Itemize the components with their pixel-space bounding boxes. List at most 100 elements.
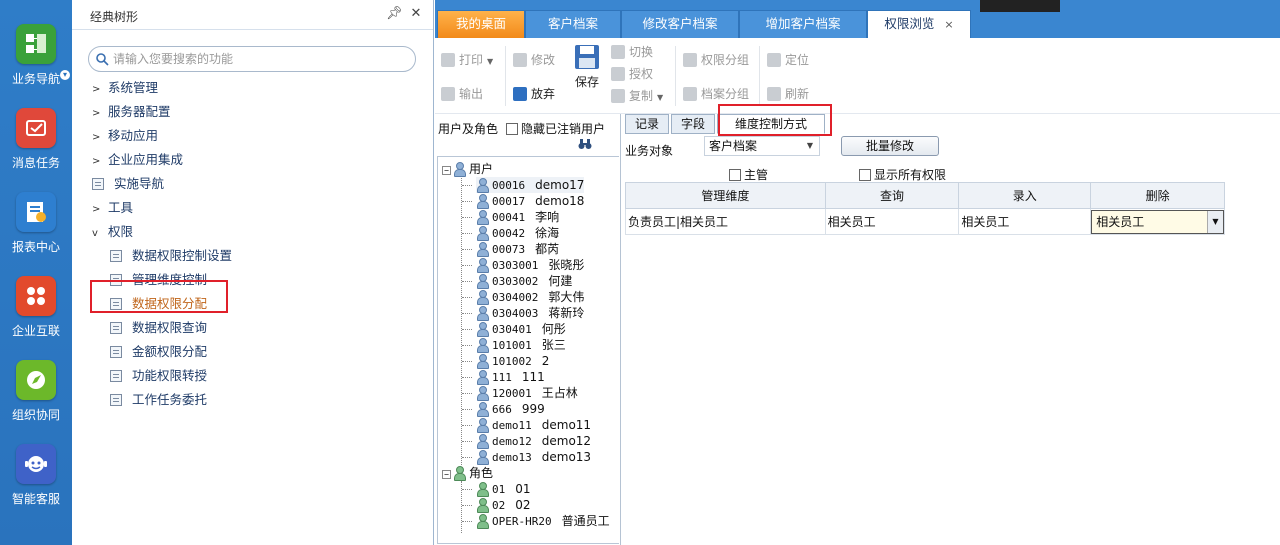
authorize-button[interactable]: 授权 bbox=[611, 64, 653, 84]
tree-node-role[interactable]: 01 01 bbox=[476, 481, 531, 497]
grid-header[interactable]: 删除 bbox=[1090, 182, 1225, 209]
tree-sub-task-delegate[interactable]: 工作任务委托 bbox=[110, 389, 207, 411]
switch-button[interactable]: 切换 bbox=[611, 42, 653, 62]
tree-node-user[interactable]: 030401 何彤 bbox=[476, 321, 566, 337]
tree-line bbox=[462, 489, 472, 490]
nav-business-navigation[interactable]: ▾ 业务导航 bbox=[0, 24, 72, 87]
tree-item-label: 服务器配置 bbox=[108, 104, 171, 119]
tree-item-permissions[interactable]: v 权限 bbox=[92, 221, 133, 243]
tab-permission-browse[interactable]: 权限浏览 × bbox=[867, 10, 971, 38]
tree-item-mobile-apps[interactable]: > 移动应用 bbox=[92, 125, 158, 147]
tree-sub-data-permission-assign[interactable]: 数据权限分配 bbox=[110, 293, 207, 315]
tree-node-user[interactable]: demo11 demo11 bbox=[476, 417, 591, 433]
collapse-icon[interactable]: − bbox=[442, 470, 451, 479]
tree-node-user[interactable]: 0303002 何建 bbox=[476, 273, 572, 289]
grid-cell[interactable]: 相关员工 bbox=[958, 208, 1092, 235]
refresh-button[interactable]: 刷新 bbox=[767, 84, 809, 104]
grid-header[interactable]: 查询 bbox=[824, 182, 960, 209]
tree-root-users[interactable]: − 用户 bbox=[442, 161, 493, 177]
dropdown-arrow-icon[interactable]: ▼ bbox=[1207, 210, 1223, 233]
tab-fields[interactable]: 字段 bbox=[671, 114, 715, 134]
tree-sub-amount-permission[interactable]: 金额权限分配 bbox=[110, 341, 207, 363]
tree-node-user[interactable]: 00042 徐海 bbox=[476, 225, 559, 241]
tree-node-user[interactable]: demo12 demo12 bbox=[476, 433, 591, 449]
tree-sub-data-permission-query[interactable]: 数据权限查询 bbox=[110, 317, 207, 339]
tab-records[interactable]: 记录 bbox=[625, 114, 669, 134]
grid-cell[interactable]: 负责员工|相关员工 bbox=[625, 208, 826, 235]
tree-sub-function-delegate[interactable]: 功能权限转授 bbox=[110, 365, 207, 387]
pin-icon[interactable]: 📌︎ bbox=[386, 6, 403, 22]
archive-group-button[interactable]: 档案分组 bbox=[683, 84, 749, 104]
tree-node-user[interactable]: 00073 都芮 bbox=[476, 241, 559, 257]
nav-smart-service[interactable]: 智能客服 bbox=[0, 444, 72, 507]
nav-org-collaboration[interactable]: 组织协同 bbox=[0, 360, 72, 423]
tree-node-user[interactable]: 00016 demo17 bbox=[476, 177, 585, 193]
user-icon bbox=[476, 434, 489, 449]
tree-sub-data-permission-settings[interactable]: 数据权限控制设置 bbox=[110, 245, 232, 267]
tree-item-server-config[interactable]: > 服务器配置 bbox=[92, 101, 171, 123]
tab-customer-archive[interactable]: 客户档案 bbox=[525, 10, 621, 38]
tree-node-user[interactable]: 00017 demo18 bbox=[476, 193, 584, 209]
tree-node-user[interactable]: 00041 李响 bbox=[476, 209, 559, 225]
tree-node-user[interactable]: 666 999 bbox=[476, 401, 545, 417]
batch-modify-button[interactable]: 批量修改 bbox=[841, 136, 939, 156]
tree-root-roles[interactable]: − 角色 bbox=[442, 465, 493, 481]
print-button[interactable]: 打印 ▼ bbox=[441, 50, 493, 70]
tab-add-customer-archive[interactable]: 增加客户档案 bbox=[739, 10, 867, 38]
tree-node-user[interactable]: demo13 demo13 bbox=[476, 449, 591, 465]
tree-node-user[interactable]: 101001 张三 bbox=[476, 337, 566, 353]
tree-node-role[interactable]: OPER-HR20 普通员工 bbox=[476, 513, 610, 529]
tree-sub-dimension-control[interactable]: 管理维度控制 bbox=[110, 269, 207, 291]
collapse-icon[interactable]: − bbox=[442, 166, 451, 175]
role-name: 01 bbox=[515, 482, 531, 496]
tab-my-desktop[interactable]: 我的桌面 bbox=[437, 10, 525, 38]
tab-modify-customer-archive[interactable]: 修改客户档案 bbox=[621, 10, 739, 38]
modify-button[interactable]: 修改 bbox=[513, 50, 555, 70]
locate-button[interactable]: 定位 bbox=[767, 50, 809, 70]
chevron-down-icon[interactable]: ▾ bbox=[60, 70, 70, 80]
grid-header[interactable]: 管理维度 bbox=[625, 182, 826, 209]
save-button[interactable]: 保存 bbox=[571, 44, 603, 90]
tree-node-user[interactable]: 0303001 张晓彤 bbox=[476, 257, 584, 273]
permission-group-button[interactable]: 权限分组 bbox=[683, 50, 749, 70]
supervisor-checkbox[interactable]: 主管 bbox=[729, 166, 768, 183]
checkbox-box[interactable] bbox=[859, 169, 871, 181]
user-icon bbox=[476, 402, 489, 417]
search-input[interactable] bbox=[113, 50, 409, 68]
binoculars-icon[interactable] bbox=[578, 138, 592, 150]
nav-enterprise-connect[interactable]: 企业互联 bbox=[0, 276, 72, 339]
close-icon[interactable]: ✕ bbox=[408, 6, 424, 22]
checkbox-box[interactable] bbox=[506, 123, 518, 135]
tree-item-implementation-guide[interactable]: 实施导航 bbox=[92, 173, 164, 195]
tree-line bbox=[462, 409, 472, 410]
discard-button[interactable]: 放弃 bbox=[513, 84, 555, 104]
user-icon bbox=[476, 258, 489, 273]
tree-item-tools[interactable]: > 工具 bbox=[92, 197, 133, 219]
grid-cell[interactable]: 相关员工 bbox=[824, 208, 960, 235]
show-all-permissions-checkbox[interactable]: 显示所有权限 bbox=[859, 166, 946, 183]
tree-item-system-management[interactable]: > 系统管理 bbox=[92, 77, 158, 99]
classic-tree-panel: 经典树形 📌︎ ✕ > 系统管理 > 服务器配置 > 移动应用 > 企业应用集成 实施导… bbox=[72, 0, 434, 545]
hide-cancelled-checkbox[interactable]: 隐藏已注销用户 bbox=[506, 120, 605, 137]
tree-node-user[interactable]: 111 111 bbox=[476, 369, 545, 385]
dropdown-arrow-icon: ▼ bbox=[657, 93, 664, 102]
tree-node-user[interactable]: 101002 2 bbox=[476, 353, 549, 369]
tab-dimension-control-mode[interactable]: 维度控制方式 bbox=[717, 114, 825, 134]
nav-message-task[interactable]: 消息任务 bbox=[0, 108, 72, 171]
delete-permission-select[interactable]: 相关员工 ▼ bbox=[1091, 209, 1224, 234]
tree-item-enterprise-integration[interactable]: > 企业应用集成 bbox=[92, 149, 183, 171]
tree-node-user[interactable]: 0304002 郭大伟 bbox=[476, 289, 584, 305]
tree-node-user[interactable]: 0304003 蒋新玲 bbox=[476, 305, 584, 321]
export-button[interactable]: 输出 bbox=[441, 84, 483, 104]
close-icon[interactable]: × bbox=[944, 18, 953, 31]
grid-header[interactable]: 录入 bbox=[958, 182, 1092, 209]
tree-line bbox=[462, 233, 472, 234]
tree-node-role[interactable]: 02 02 bbox=[476, 497, 531, 513]
chevron-down-icon: v bbox=[92, 228, 98, 239]
business-object-select[interactable]: 客户档案 ▼ bbox=[704, 136, 820, 156]
nav-report-center[interactable]: 报表中心 bbox=[0, 192, 72, 255]
copy-button[interactable]: 复制 ▼ bbox=[611, 86, 663, 106]
checkbox-box[interactable] bbox=[729, 169, 741, 181]
business-navigation-icon bbox=[16, 24, 56, 64]
tree-node-user[interactable]: 120001 王占林 bbox=[476, 385, 578, 401]
